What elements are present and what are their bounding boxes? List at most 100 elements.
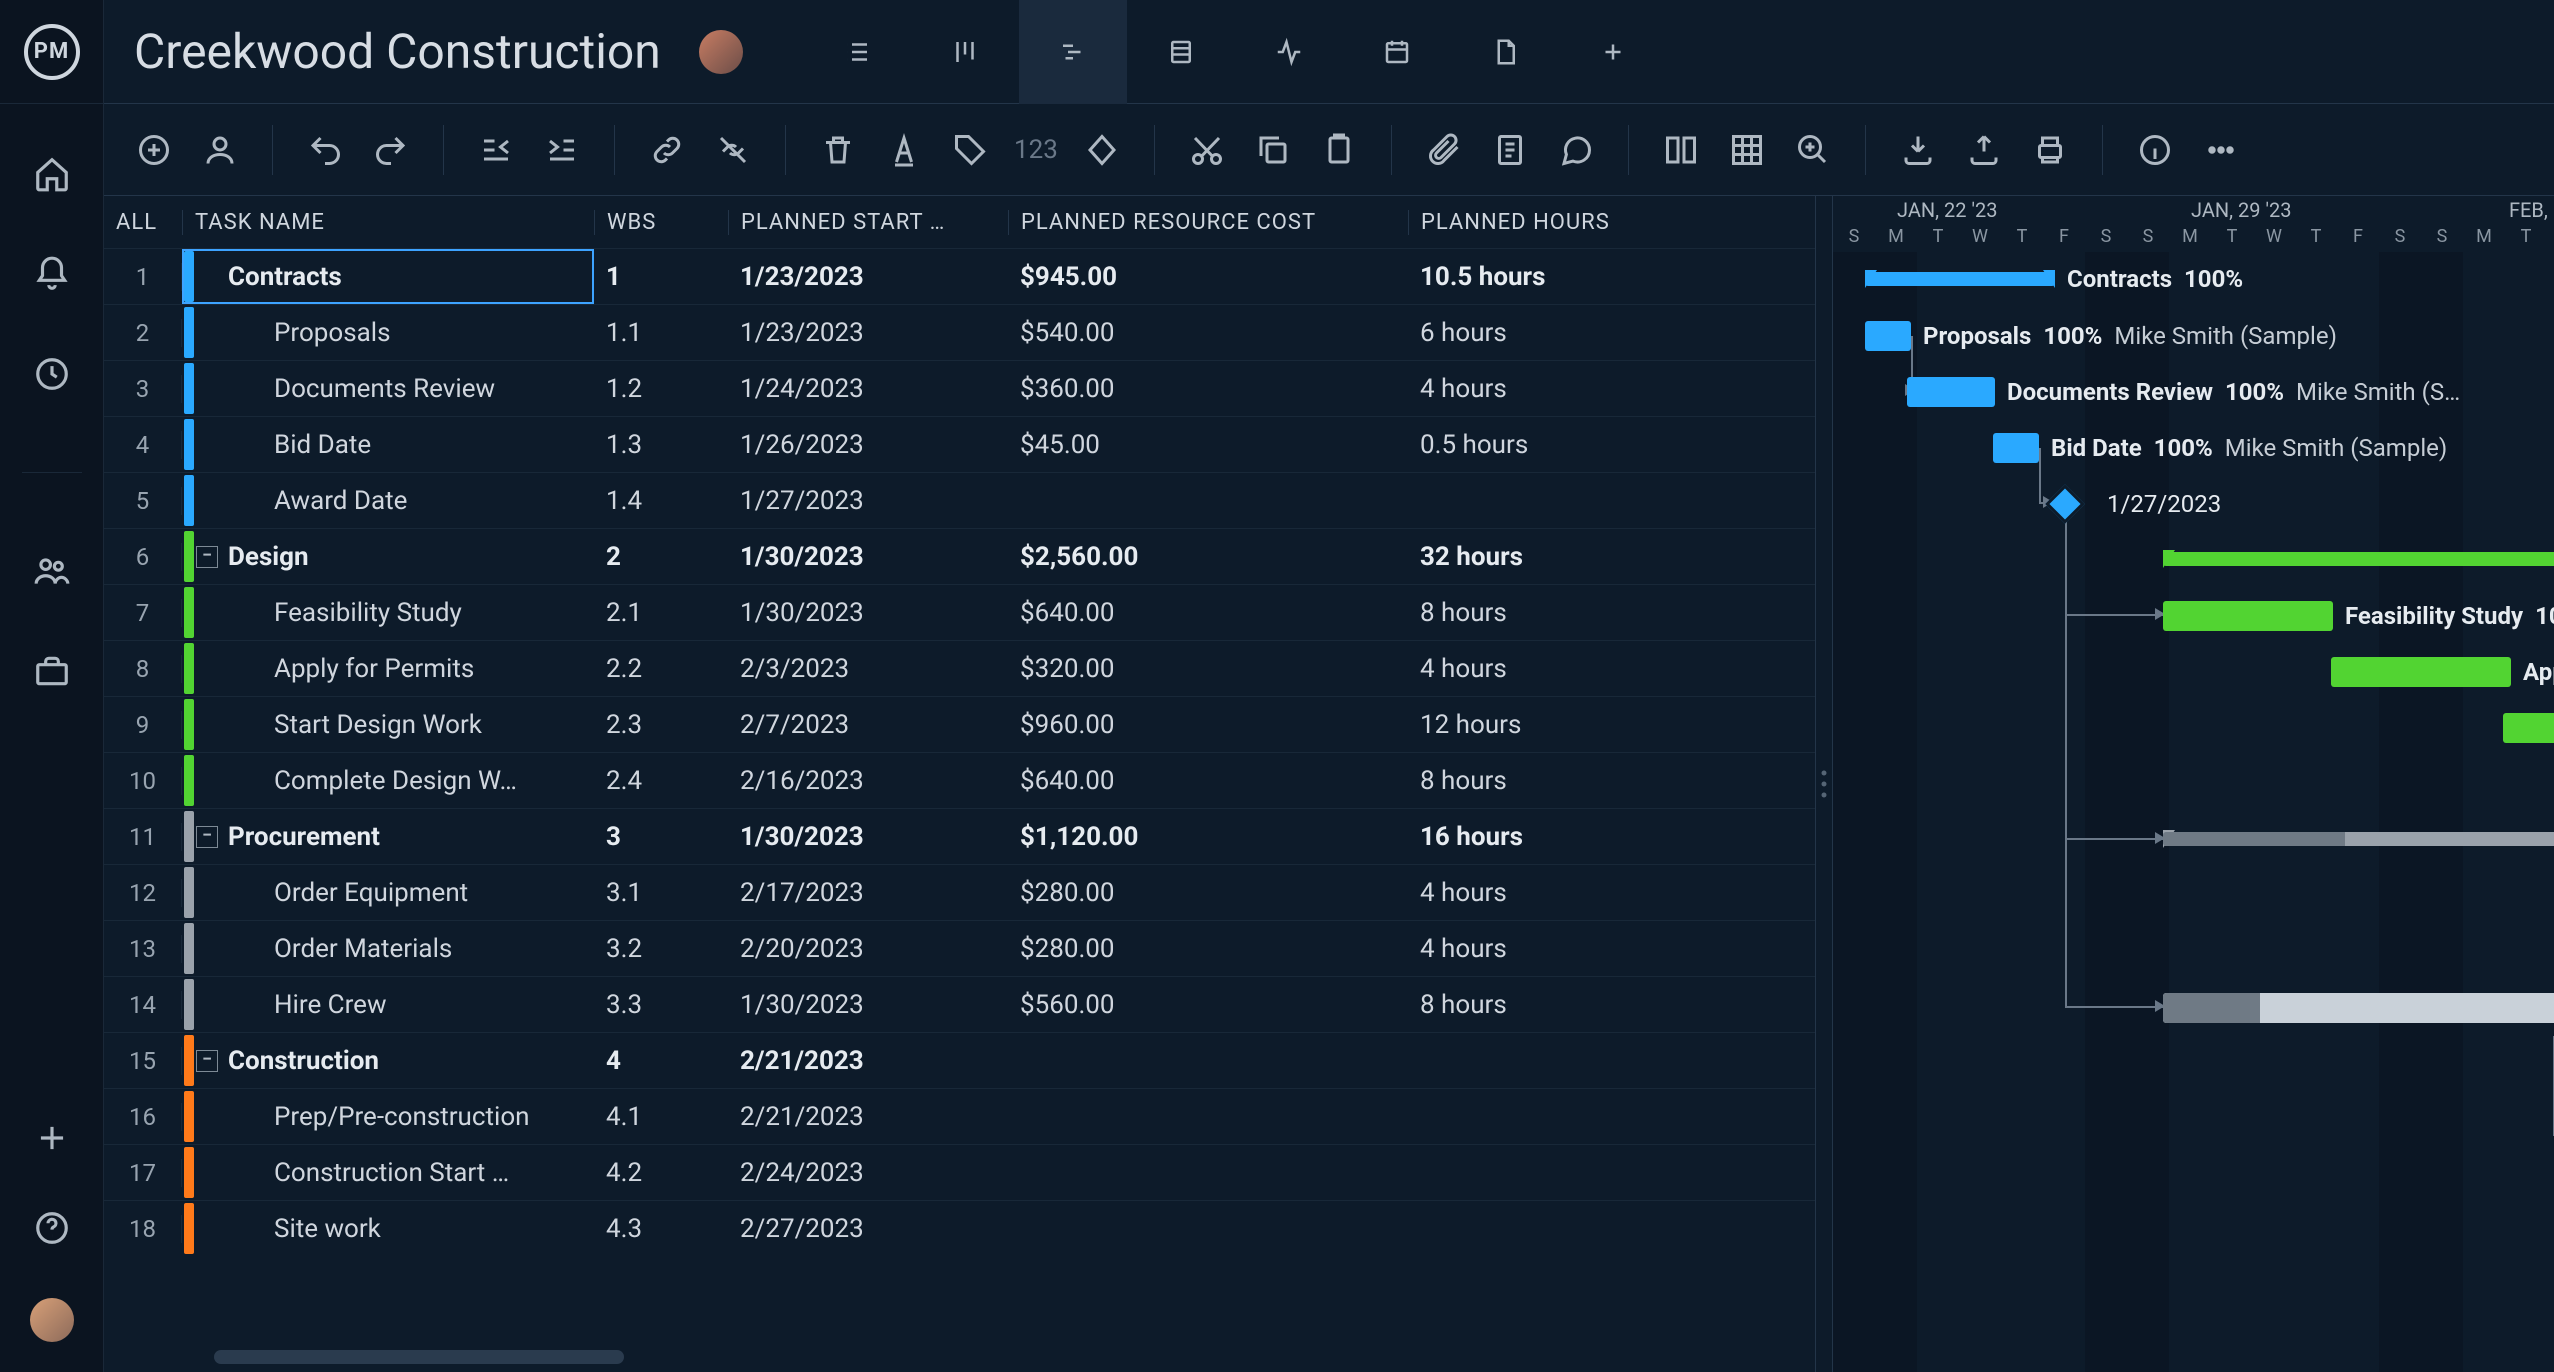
table-row[interactable]: 5Award Date1.41/27/2023 <box>104 472 1815 528</box>
horizontal-scrollbar[interactable] <box>214 1350 624 1364</box>
task-bar[interactable] <box>2503 713 2554 743</box>
clock-icon[interactable] <box>32 354 72 394</box>
table-row[interactable]: 3Documents Review1.21/24/2023$360.004 ho… <box>104 360 1815 416</box>
milestone-icon[interactable] <box>1080 128 1124 172</box>
cut-icon[interactable] <box>1185 128 1229 172</box>
bell-icon[interactable] <box>32 254 72 294</box>
bar-name: Contracts <box>2067 265 2172 293</box>
bar-assignee: Mike Smith (Sample) <box>2225 434 2448 462</box>
row-number: 3 <box>104 375 182 403</box>
date-cell: 2/21/2023 <box>728 1046 1008 1076</box>
task-bar[interactable]: Feasibility Study10 <box>2163 601 2333 631</box>
row-number: 14 <box>104 991 182 1019</box>
cost-cell: $280.00 <box>1008 878 1408 908</box>
col-planned-cost[interactable]: PLANNED RESOURCE COST <box>1008 210 1408 235</box>
file-view-icon[interactable] <box>1451 0 1559 104</box>
notes-icon[interactable] <box>1488 128 1532 172</box>
task-bar[interactable]: Bid Date100%Mike Smith (Sample) <box>1993 433 2039 463</box>
gantt-body[interactable]: Contracts100%Proposals100%Mike Smith (Sa… <box>1833 252 2554 1372</box>
attachment-icon[interactable] <box>1422 128 1466 172</box>
briefcase-icon[interactable] <box>32 651 72 691</box>
collapse-toggle-icon[interactable]: − <box>196 826 218 848</box>
paste-icon[interactable] <box>1317 128 1361 172</box>
more-icon[interactable] <box>2199 128 2243 172</box>
splitter[interactable] <box>1815 196 1833 1372</box>
text-style-icon[interactable] <box>882 128 926 172</box>
sheet-view-icon[interactable] <box>1127 0 1235 104</box>
table-row[interactable]: 10Complete Design W…2.42/16/2023$640.008… <box>104 752 1815 808</box>
day-label: F <box>2043 226 2085 252</box>
zoom-icon[interactable] <box>1791 128 1835 172</box>
outdent-icon[interactable] <box>474 128 518 172</box>
add-icon[interactable] <box>32 1118 72 1158</box>
table-row[interactable]: 16Prep/Pre-construction4.12/21/2023 <box>104 1088 1815 1144</box>
user-avatar-icon[interactable] <box>30 1298 74 1342</box>
summary-bar[interactable] <box>2163 832 2554 846</box>
task-bar[interactable]: Documents Review100%Mike Smith (S… <box>1907 377 1995 407</box>
bar-label: Documents Review100%Mike Smith (S… <box>2007 378 2460 406</box>
trash-icon[interactable] <box>816 128 860 172</box>
table-row[interactable]: 17Construction Start …4.22/24/2023 <box>104 1144 1815 1200</box>
bar-name: Proposals <box>1923 322 2031 350</box>
table-row[interactable]: 15−Construction42/21/2023 <box>104 1032 1815 1088</box>
col-planned-hours[interactable]: PLANNED HOURS <box>1408 210 1708 235</box>
date-cell: 2/7/2023 <box>728 710 1008 740</box>
table-row[interactable]: 6−Design21/30/2023$2,560.0032 hours <box>104 528 1815 584</box>
print-icon[interactable] <box>2028 128 2072 172</box>
table-row[interactable]: 9Start Design Work2.32/7/2023$960.0012 h… <box>104 696 1815 752</box>
table-row[interactable]: 11−Procurement31/30/2023$1,120.0016 hour… <box>104 808 1815 864</box>
col-all[interactable]: ALL <box>104 210 182 235</box>
col-wbs[interactable]: WBS <box>594 210 728 235</box>
grid-icon[interactable] <box>1725 128 1769 172</box>
col-planned-start[interactable]: PLANNED START … <box>728 210 1008 235</box>
date-cell: 1/30/2023 <box>728 822 1008 852</box>
table-row[interactable]: 7Feasibility Study2.11/30/2023$640.008 h… <box>104 584 1815 640</box>
table-row[interactable]: 8Apply for Permits2.22/3/2023$320.004 ho… <box>104 640 1815 696</box>
indent-icon[interactable] <box>540 128 584 172</box>
calendar-view-icon[interactable] <box>1343 0 1451 104</box>
table-row[interactable]: 12Order Equipment3.12/17/2023$280.004 ho… <box>104 864 1815 920</box>
task-name-cell: Proposals <box>274 318 391 348</box>
assign-icon[interactable] <box>198 128 242 172</box>
redo-icon[interactable] <box>369 128 413 172</box>
comment-icon[interactable] <box>1554 128 1598 172</box>
columns-icon[interactable] <box>1659 128 1703 172</box>
task-bar[interactable]: Proposals100%Mike Smith (Sample) <box>1865 321 1911 351</box>
toolbar-number[interactable]: 123 <box>1014 128 1058 172</box>
summary-bar[interactable] <box>2163 552 2554 566</box>
col-task-name[interactable]: TASK NAME <box>182 210 594 235</box>
import-icon[interactable] <box>1896 128 1940 172</box>
home-icon[interactable] <box>32 154 72 194</box>
collapse-toggle-icon[interactable]: − <box>196 1050 218 1072</box>
table-row[interactable]: 13Order Materials3.22/20/2023$280.004 ho… <box>104 920 1815 976</box>
undo-icon[interactable] <box>303 128 347 172</box>
app-logo[interactable]: PM <box>0 0 104 104</box>
table-row[interactable]: 4Bid Date1.31/26/2023$45.000.5 hours <box>104 416 1815 472</box>
activity-view-icon[interactable] <box>1235 0 1343 104</box>
summary-bar[interactable]: Contracts100% <box>1865 272 2055 286</box>
info-icon[interactable] <box>2133 128 2177 172</box>
task-name-cell: Prep/Pre-construction <box>274 1102 530 1132</box>
board-view-icon[interactable] <box>911 0 1019 104</box>
table-row[interactable]: 2Proposals1.11/23/2023$540.006 hours <box>104 304 1815 360</box>
row-number: 6 <box>104 543 182 571</box>
people-icon[interactable] <box>32 551 72 591</box>
tag-icon[interactable] <box>948 128 992 172</box>
export-icon[interactable] <box>1962 128 2006 172</box>
table-row[interactable]: 1Contracts11/23/2023$945.0010.5 hours <box>104 248 1815 304</box>
gantt-view-icon[interactable] <box>1019 0 1127 104</box>
list-view-icon[interactable] <box>803 0 911 104</box>
help-icon[interactable] <box>32 1208 72 1248</box>
table-row[interactable]: 14Hire Crew3.31/30/2023$560.008 hours <box>104 976 1815 1032</box>
add-view-icon[interactable] <box>1559 0 1667 104</box>
copy-icon[interactable] <box>1251 128 1295 172</box>
task-bar[interactable]: Apply f <box>2331 657 2511 687</box>
task-bar[interactable]: Hire <box>2163 993 2554 1023</box>
collapse-toggle-icon[interactable]: − <box>196 546 218 568</box>
unlink-icon[interactable] <box>711 128 755 172</box>
add-task-icon[interactable] <box>132 128 176 172</box>
table-row[interactable]: 18Site work4.32/27/2023 <box>104 1200 1815 1256</box>
bar-percent: 100% <box>2184 265 2243 293</box>
link-icon[interactable] <box>645 128 689 172</box>
project-avatar-icon[interactable] <box>699 30 743 74</box>
